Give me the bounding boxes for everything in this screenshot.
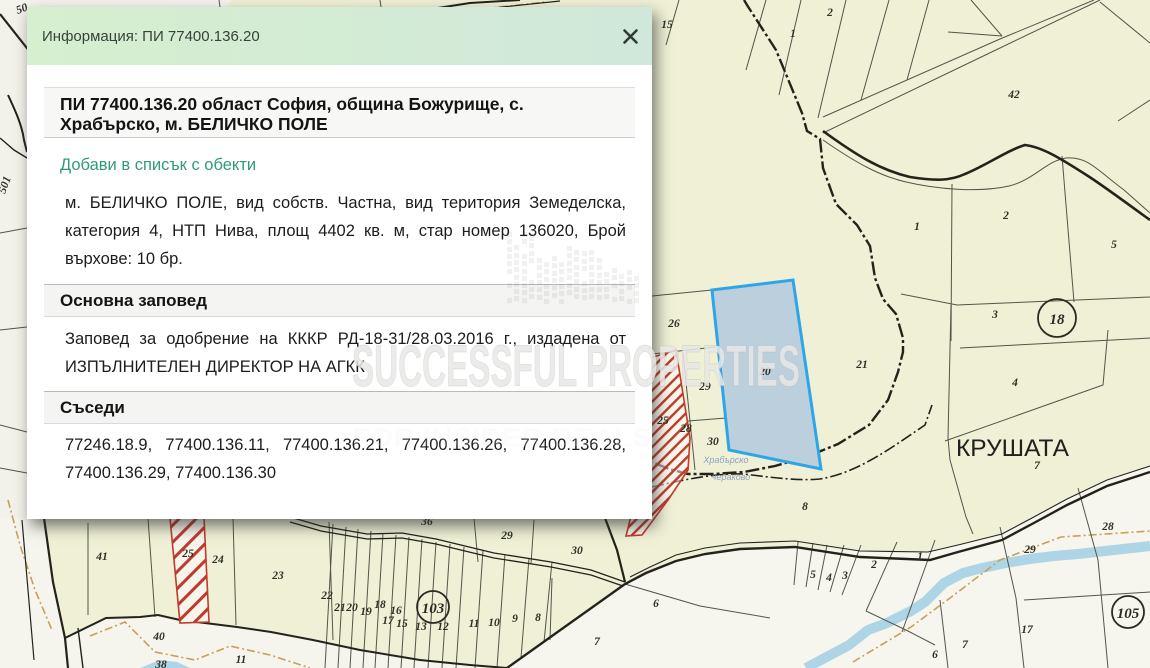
svg-text:9: 9 (512, 613, 518, 625)
svg-text:11: 11 (469, 618, 480, 630)
svg-text:11: 11 (236, 654, 247, 666)
svg-text:12: 12 (437, 621, 449, 633)
svg-text:24: 24 (211, 554, 224, 566)
svg-text:21: 21 (333, 602, 346, 614)
svg-text:26: 26 (667, 318, 680, 330)
svg-text:23: 23 (271, 570, 284, 582)
svg-text:5: 5 (1111, 239, 1117, 251)
svg-text:8: 8 (802, 501, 808, 513)
svg-text:40: 40 (152, 631, 165, 643)
svg-text:25: 25 (656, 415, 669, 427)
svg-text:21: 21 (855, 359, 868, 371)
svg-text:1: 1 (914, 221, 920, 233)
svg-text:29: 29 (1023, 544, 1036, 556)
svg-text:6: 6 (932, 649, 938, 661)
svg-text:20: 20 (345, 602, 358, 614)
svg-text:105: 105 (1117, 606, 1140, 622)
svg-text:1: 1 (917, 551, 923, 563)
svg-text:2: 2 (1002, 210, 1009, 222)
svg-text:28: 28 (679, 423, 692, 435)
svg-text:15: 15 (661, 19, 673, 31)
svg-text:38: 38 (154, 659, 167, 668)
svg-text:13: 13 (415, 621, 427, 633)
svg-text:20: 20 (758, 366, 771, 378)
svg-text:41: 41 (95, 551, 108, 563)
svg-text:8: 8 (535, 612, 541, 624)
svg-text:4: 4 (825, 572, 832, 584)
svg-text:22: 22 (320, 590, 333, 602)
svg-text:10: 10 (488, 617, 500, 629)
svg-text:16: 16 (390, 605, 402, 617)
svg-text:17: 17 (1021, 624, 1034, 636)
svg-text:5: 5 (810, 569, 816, 581)
svg-text:3: 3 (991, 309, 998, 321)
svg-text:28: 28 (1101, 521, 1114, 533)
svg-text:18: 18 (1050, 312, 1066, 328)
svg-text:29: 29 (698, 381, 711, 393)
svg-text:КРУШАТА: КРУШАТА (956, 435, 1069, 462)
svg-text:15: 15 (396, 618, 408, 630)
svg-text:3: 3 (841, 570, 848, 582)
svg-text:чераково: чераково (712, 472, 750, 482)
svg-text:30: 30 (570, 545, 583, 557)
svg-text:29: 29 (500, 530, 513, 542)
svg-text:19: 19 (360, 606, 372, 618)
svg-text:103: 103 (422, 601, 445, 617)
svg-text:42: 42 (1007, 89, 1020, 101)
svg-text:2: 2 (826, 7, 833, 19)
svg-text:25: 25 (181, 548, 194, 560)
svg-text:2: 2 (870, 559, 877, 571)
svg-text:6: 6 (653, 598, 659, 610)
svg-text:30: 30 (706, 436, 719, 448)
svg-text:Храбърско: Храбърско (702, 455, 748, 465)
svg-text:18: 18 (374, 599, 386, 611)
svg-text:4: 4 (1011, 377, 1018, 389)
svg-text:1: 1 (790, 28, 796, 40)
